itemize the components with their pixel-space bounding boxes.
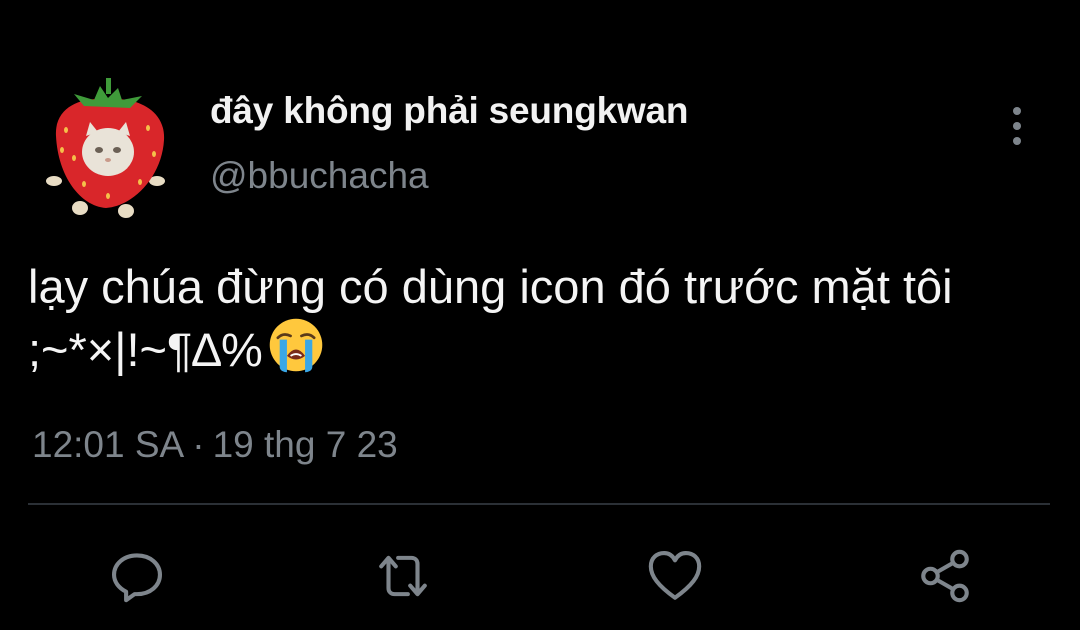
reply-button[interactable] [106, 545, 168, 607]
timestamp-separator: · [192, 424, 205, 465]
share-icon [921, 549, 969, 603]
reply-icon [111, 553, 163, 603]
strawberry-cat-avatar-icon [46, 78, 165, 218]
avatar[interactable] [44, 78, 174, 220]
user-handle[interactable]: @bbuchacha [210, 155, 429, 197]
tweet-body: lạy chúa đừng có dùng icon đó trước mặt … [28, 260, 953, 376]
tweet-time: 12:01 SA [32, 424, 185, 465]
retweet-icon [379, 555, 427, 597]
more-vertical-icon [1013, 107, 1021, 115]
heart-icon [648, 550, 702, 600]
tweet-timestamp[interactable]: 12:01 SA · 19 thg 7 23 [32, 424, 398, 466]
divider [28, 503, 1050, 505]
loudly-crying-face-icon [269, 318, 323, 373]
tweet-text: lạy chúa đừng có dùng icon đó trước mặt … [28, 258, 1058, 379]
retweet-button[interactable] [372, 545, 434, 607]
share-button[interactable] [914, 545, 976, 607]
like-button[interactable] [644, 545, 706, 607]
display-name[interactable]: đây không phải seungkwan [210, 90, 689, 132]
tweet-date: 19 thg 7 23 [212, 424, 398, 465]
more-options-button[interactable] [1000, 105, 1034, 147]
